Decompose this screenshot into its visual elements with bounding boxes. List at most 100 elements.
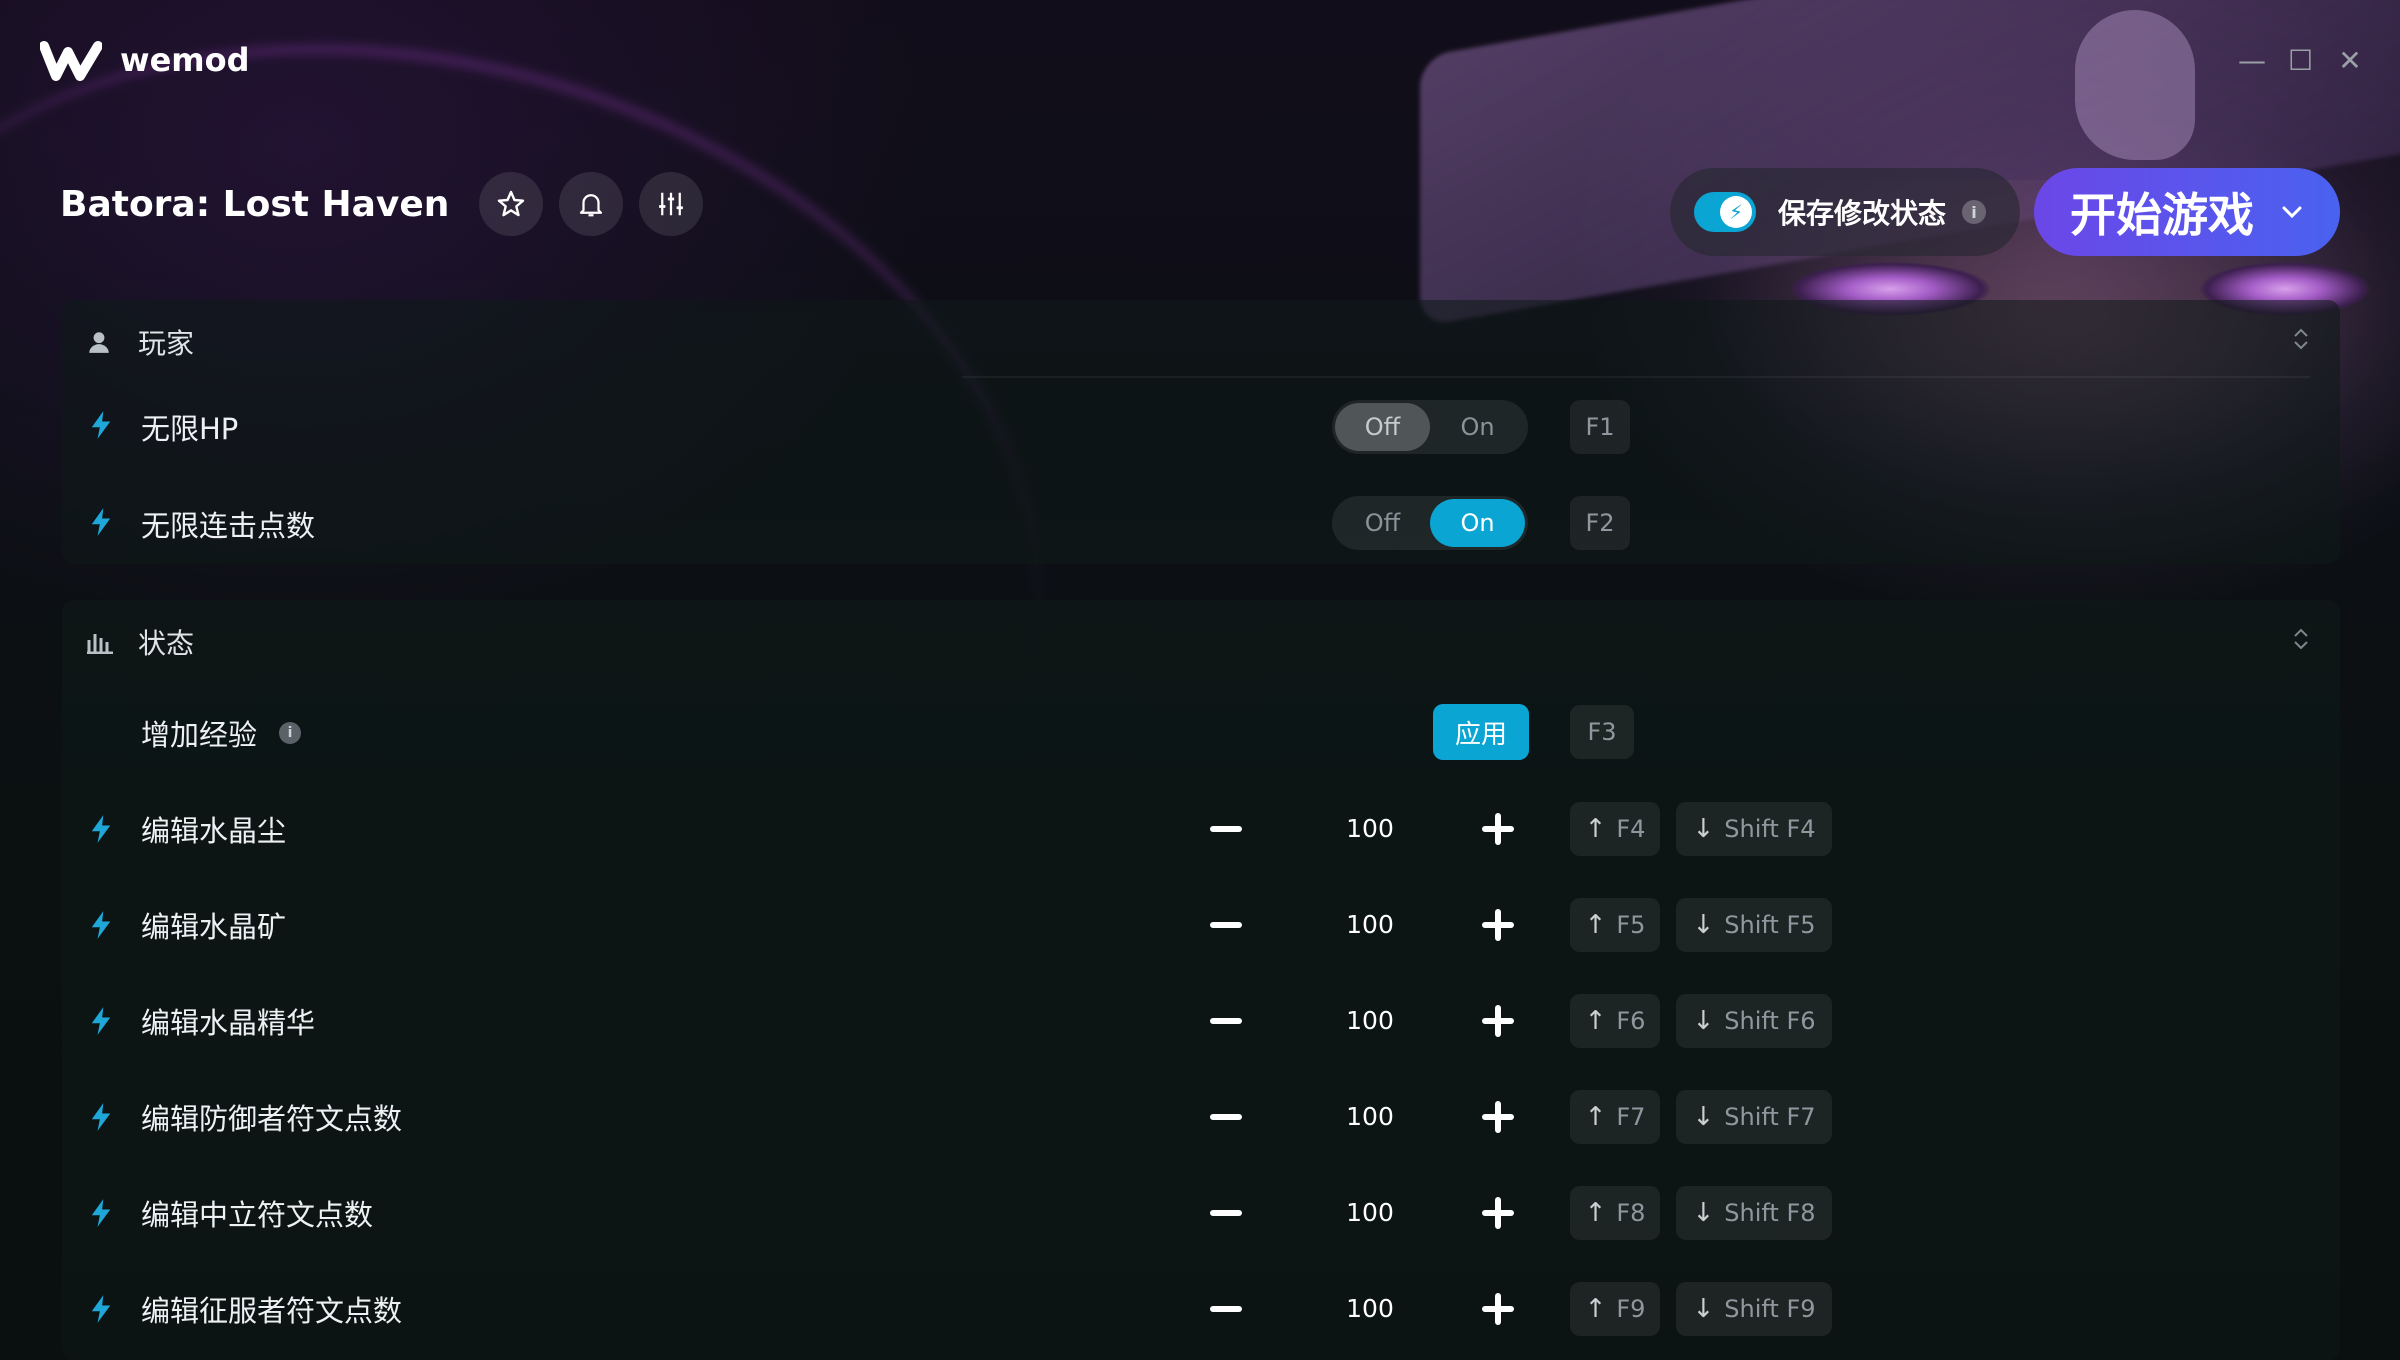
hotkey-decrease[interactable]: ↓ Shift F4	[1676, 802, 1832, 856]
hotkey-decrease[interactable]: ↓ Shift F8	[1676, 1186, 1832, 1240]
collapse-icon[interactable]	[2292, 328, 2310, 350]
lightning-icon	[91, 1007, 111, 1035]
value-display[interactable]: 100	[1310, 814, 1430, 843]
minimize-icon[interactable]: —	[2238, 44, 2266, 77]
arrow-down-icon: ↓	[1692, 1294, 1715, 1324]
hotkey-text: Shift F7	[1724, 1103, 1816, 1131]
value-display[interactable]: 100	[1310, 1294, 1430, 1323]
increment-button[interactable]	[1482, 1293, 1514, 1325]
arrow-up-icon: ↑	[1584, 910, 1607, 940]
apply-button[interactable]: 应用	[1433, 704, 1529, 760]
section-player: 玩家	[62, 300, 2340, 564]
arrow-down-icon: ↓	[1692, 814, 1715, 844]
save-mods-toggle[interactable]: ⚡	[1694, 192, 1756, 232]
cheat-label: 编辑中立符文点数	[141, 1198, 374, 1232]
hotkey-badge[interactable]: F2	[1570, 496, 1630, 550]
hotkey-badge[interactable]: F3	[1570, 705, 1634, 759]
cheat-label: 编辑水晶精华	[141, 1006, 316, 1040]
lightning-icon	[91, 508, 111, 536]
info-icon[interactable]: i	[279, 722, 302, 744]
hotkey-text: F8	[1616, 1199, 1646, 1227]
arrow-down-icon: ↓	[1692, 910, 1715, 940]
arrow-up-icon: ↑	[1584, 1294, 1607, 1324]
bar-chart-icon	[86, 630, 116, 654]
value-display[interactable]: 100	[1310, 1102, 1430, 1131]
play-button[interactable]: 开始游戏	[2034, 168, 2340, 256]
value-display[interactable]: 100	[1310, 1198, 1430, 1227]
hotkey-decrease[interactable]: ↓ Shift F5	[1676, 898, 1832, 952]
info-icon[interactable]: i	[1962, 200, 1987, 224]
arrow-down-icon: ↓	[1692, 1006, 1715, 1036]
arrow-up-icon: ↑	[1584, 1198, 1607, 1228]
user-icon	[86, 329, 116, 355]
hotkey-increase[interactable]: ↑ F4	[1570, 802, 1660, 856]
section-header-player[interactable]: 玩家	[86, 322, 194, 362]
hotkey-text: F7	[1616, 1103, 1646, 1131]
decrement-button[interactable]	[1210, 922, 1242, 928]
section-title: 玩家	[138, 327, 195, 360]
arrow-up-icon: ↑	[1584, 814, 1607, 844]
cheat-label: 编辑水晶矿	[141, 910, 287, 944]
decrement-button[interactable]	[1210, 1306, 1242, 1312]
hotkey-text: Shift F6	[1724, 1007, 1816, 1035]
hotkey-increase[interactable]: ↑ F7	[1570, 1090, 1660, 1144]
lightning-icon	[91, 1103, 111, 1131]
cheat-label: 编辑征服者符文点数	[141, 1294, 403, 1328]
decrement-button[interactable]	[1210, 1114, 1242, 1120]
save-mods-control: ⚡ 保存修改状态 i	[1670, 168, 2020, 256]
cheat-toggle[interactable]: Off On	[1332, 496, 1528, 550]
decrement-button[interactable]	[1210, 826, 1242, 832]
maximize-icon[interactable]: ☐	[2288, 44, 2313, 77]
hotkey-text: F9	[1616, 1295, 1646, 1323]
app-titlebar: wemod	[40, 38, 250, 82]
increment-button[interactable]	[1482, 1005, 1514, 1037]
section-stats: 状态	[62, 600, 2340, 1360]
close-icon[interactable]: ✕	[2338, 44, 2362, 77]
cheat-label: 无限连击点数	[141, 509, 316, 543]
bell-icon	[580, 194, 603, 217]
hotkey-text: Shift F5	[1724, 911, 1816, 939]
hotkey-decrease[interactable]: ↓ Shift F9	[1676, 1282, 1832, 1336]
lightning-icon	[91, 1295, 111, 1323]
decrement-button[interactable]	[1210, 1210, 1242, 1216]
section-header-stats[interactable]: 状态	[86, 622, 194, 662]
hotkey-decrease[interactable]: ↓ Shift F7	[1676, 1090, 1832, 1144]
toggle-on-option[interactable]: On	[1430, 499, 1525, 547]
hotkey-increase[interactable]: ↑ F9	[1570, 1282, 1660, 1336]
cheat-label: 编辑防御者符文点数	[141, 1102, 403, 1136]
lightning-icon	[91, 411, 111, 439]
increment-button[interactable]	[1482, 1197, 1514, 1229]
chevron-down-icon[interactable]	[2280, 204, 2304, 220]
cheat-label-text: 增加经验	[141, 718, 258, 752]
toggle-on-option[interactable]: On	[1430, 403, 1525, 451]
lightning-icon	[91, 911, 111, 939]
cheat-label: 编辑水晶尘	[141, 814, 287, 848]
favorite-button[interactable]	[479, 172, 544, 236]
arrow-up-icon: ↑	[1584, 1006, 1607, 1036]
window-controls: — ☐ ✕	[2238, 44, 2362, 77]
increment-button[interactable]	[1482, 909, 1514, 941]
collapse-icon[interactable]	[2292, 628, 2310, 650]
increment-button[interactable]	[1482, 813, 1514, 845]
decrement-button[interactable]	[1210, 1018, 1242, 1024]
notifications-button[interactable]	[559, 172, 624, 236]
toggle-off-option[interactable]: Off	[1335, 403, 1430, 451]
cheat-toggle[interactable]: Off On	[1332, 400, 1528, 454]
arrow-down-icon: ↓	[1692, 1102, 1715, 1132]
app-name: wemod	[120, 41, 250, 79]
wemod-logo-icon	[40, 41, 102, 81]
hotkey-decrease[interactable]: ↓ Shift F6	[1676, 994, 1832, 1048]
value-display[interactable]: 100	[1310, 910, 1430, 939]
cheat-label: 增加经验 i	[141, 712, 302, 754]
cheat-label: 无限HP	[141, 412, 239, 446]
sliders-icon	[659, 192, 684, 216]
star-icon	[498, 190, 525, 217]
hotkey-increase[interactable]: ↑ F8	[1570, 1186, 1660, 1240]
hotkey-badge[interactable]: F1	[1570, 400, 1630, 454]
hotkey-increase[interactable]: ↑ F5	[1570, 898, 1660, 952]
increment-button[interactable]	[1482, 1101, 1514, 1133]
game-settings-button[interactable]	[639, 172, 704, 236]
value-display[interactable]: 100	[1310, 1006, 1430, 1035]
hotkey-increase[interactable]: ↑ F6	[1570, 994, 1660, 1048]
toggle-off-option[interactable]: Off	[1335, 499, 1430, 547]
